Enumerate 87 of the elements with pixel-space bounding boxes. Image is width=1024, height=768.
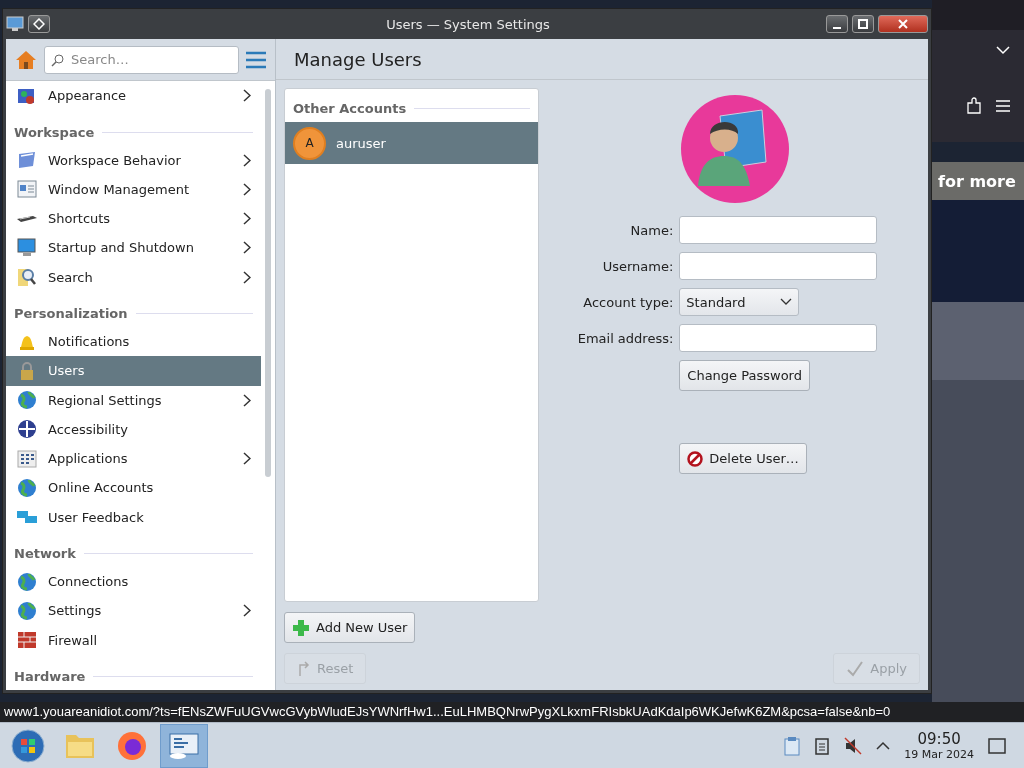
search-icon: [51, 52, 65, 67]
monitor-icon: [6, 16, 24, 32]
undo-arrow-icon: [297, 660, 311, 677]
delete-user-button[interactable]: Delete User…: [679, 443, 807, 474]
banner-text: for more: [938, 171, 1016, 191]
maximize-button[interactable]: [852, 15, 874, 33]
sidebar-item[interactable]: Appearance: [6, 81, 261, 111]
start-orb-icon[interactable]: [11, 728, 45, 763]
text-field[interactable]: [679, 216, 878, 244]
window-icon: [16, 178, 38, 201]
section-header: Other Accounts: [293, 101, 407, 116]
keyboard-icon: [16, 214, 38, 223]
magnifier-icon: [16, 266, 38, 289]
section-header: Hardware: [14, 669, 86, 684]
chevron-right-icon: [243, 270, 251, 284]
notes-icon[interactable]: [814, 736, 831, 755]
chevron-down-icon[interactable]: [996, 45, 1010, 55]
show-desktop-icon[interactable]: [988, 737, 1006, 754]
account-item[interactable]: A auruser: [285, 122, 538, 164]
chevron-right-icon: [243, 212, 251, 226]
sidebar-item[interactable]: Search: [6, 262, 261, 292]
field-label: Name:: [630, 222, 674, 238]
chevron-right-icon: [243, 393, 251, 407]
sidebar-item[interactable]: Connections: [6, 567, 261, 597]
sidebar-item[interactable]: Online Accounts: [6, 473, 261, 503]
field-label: Email address:: [577, 330, 674, 346]
scrollbar[interactable]: [265, 89, 271, 477]
globe-icon: [16, 599, 38, 622]
account-name: auruser: [336, 135, 386, 151]
window-title: Users — System Settings: [385, 16, 551, 32]
chevron-right-icon: [243, 604, 251, 618]
monitor-settings-icon[interactable]: [168, 730, 200, 761]
sidebar-item[interactable]: Window Management: [6, 174, 261, 204]
globe-icon: [16, 476, 38, 499]
prohibited-icon: [687, 450, 704, 467]
chevron-right-icon: [243, 452, 251, 466]
change-password-button[interactable]: Change Password: [679, 360, 810, 391]
field-label: Account type:: [583, 294, 674, 310]
minimize-icon: [833, 27, 841, 29]
search-field[interactable]: Search…: [44, 45, 239, 74]
section-header: Workspace: [14, 124, 95, 140]
text-field[interactable]: [679, 252, 878, 280]
speaker-muted-icon[interactable]: [844, 736, 863, 755]
add-user-button[interactable]: Add New User: [284, 612, 416, 643]
clock[interactable]: 09:50 19 Mar 2024: [904, 730, 974, 761]
puzzle-icon[interactable]: [966, 97, 982, 115]
avatar-initial: A: [293, 126, 326, 160]
section-header: Personalization: [14, 306, 128, 321]
chevron-down-icon: [780, 298, 793, 306]
sidebar-item[interactable]: Notifications: [6, 327, 261, 357]
field-label: Username:: [602, 258, 674, 274]
maximize-icon: [858, 19, 868, 29]
sidebar-item[interactable]: Firewall: [6, 625, 261, 655]
sidebar-item[interactable]: User Feedback: [6, 502, 261, 532]
minimize-button[interactable]: [826, 15, 848, 33]
account-type-dropdown[interactable]: Standard: [679, 288, 800, 316]
grid-icon: [16, 447, 38, 470]
plus-icon: [292, 618, 310, 637]
sidebar-item[interactable]: Shortcuts: [6, 204, 261, 234]
sidebar-item[interactable]: Accessibility: [6, 414, 261, 444]
sidebar-item[interactable]: Settings: [6, 596, 261, 626]
status-url: www1.youareanidiot.com/?ts=fENsZWFuUGVwcGVybWludEJsYWNrfHw1...EuLHMBQNrwPygXLkxmFRIsbkUAdKdaIp6WKJefwK6ZM&pcsa=false&nb=0: [4, 704, 891, 719]
close-icon: [898, 19, 908, 29]
chevron-right-icon: [243, 241, 251, 255]
clipboard-icon[interactable]: [784, 735, 801, 756]
keep-above-button[interactable]: [28, 15, 50, 33]
globe-icon: [16, 570, 38, 593]
taskbar-app[interactable]: [160, 723, 208, 768]
globe-icon: [16, 389, 38, 412]
checkmark-icon: [846, 660, 865, 677]
compass-icon: [16, 418, 38, 441]
sidebar-item[interactable]: Workspace Behavior: [6, 145, 261, 175]
user-avatar-icon: [679, 94, 790, 204]
sidebar-item[interactable]: Users: [6, 356, 261, 386]
chevron-right-icon: [243, 182, 251, 196]
close-button[interactable]: [878, 15, 928, 33]
text-field[interactable]: [679, 324, 878, 352]
sidebar-item[interactable]: Startup and Shutdown: [6, 233, 261, 263]
diamond-icon: [33, 18, 45, 30]
sidebar-item[interactable]: Regional Settings: [6, 385, 261, 415]
chevron-right-icon: [243, 89, 251, 103]
monitor-icon: [16, 236, 38, 259]
caret-up-icon[interactable]: [876, 741, 891, 750]
section-header: Network: [14, 546, 76, 561]
sidebar-item[interactable]: Applications: [6, 444, 261, 474]
chevron-right-icon: [243, 153, 251, 167]
page-title: Manage Users: [294, 48, 422, 70]
